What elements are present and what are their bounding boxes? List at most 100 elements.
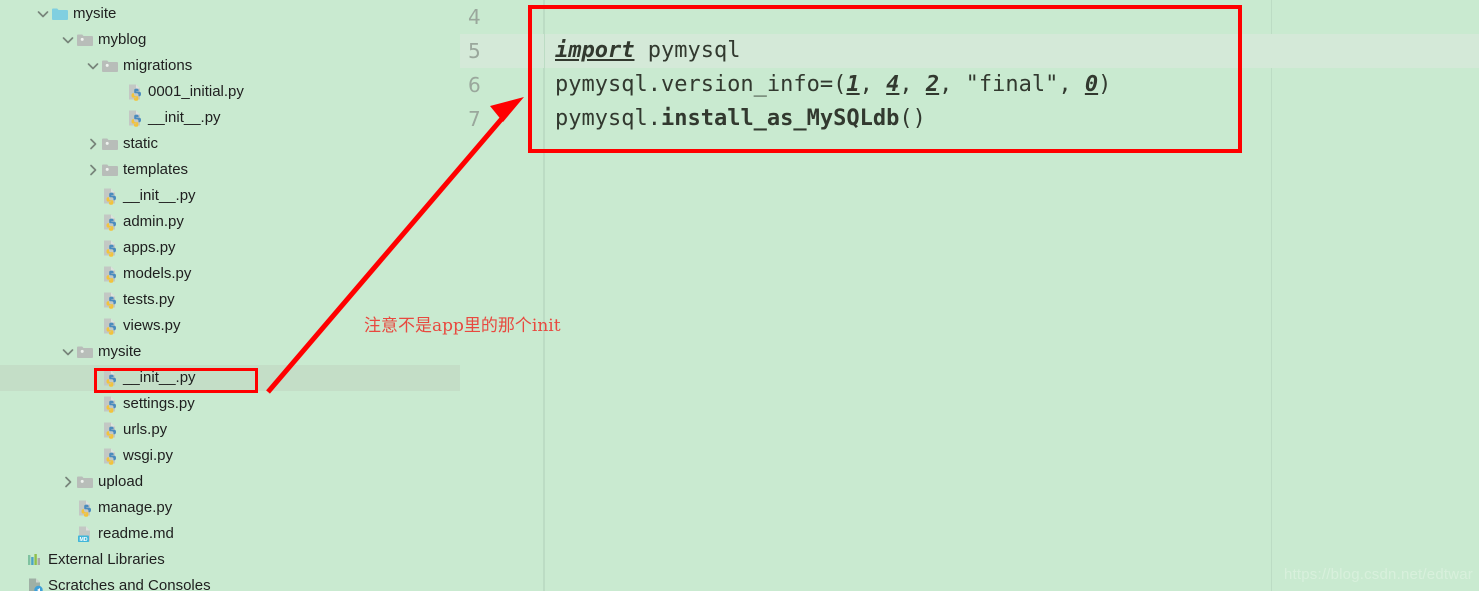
- python-file-icon: [101, 187, 119, 205]
- code-token: pymysql.version_info=(: [555, 72, 847, 97]
- tree-item-external-libraries[interactable]: External Libraries: [0, 547, 460, 573]
- folder-icon: [101, 161, 119, 179]
- code-token: ,: [899, 72, 926, 97]
- chevron-right-icon[interactable]: [60, 474, 76, 490]
- tree-item-static[interactable]: static: [0, 131, 460, 157]
- code-token: 1: [846, 72, 860, 97]
- project-tree-panel[interactable]: mysite myblog migrations 0001_initial.py __i…: [0, 0, 460, 591]
- tree-item-settings-py[interactable]: settings.py: [0, 391, 460, 417]
- code-line[interactable]: import pymysql: [555, 34, 740, 68]
- chevron-down-icon[interactable]: [60, 32, 76, 48]
- markdown-file-icon: MD: [76, 525, 94, 543]
- tree-item-myblog[interactable]: myblog: [0, 27, 460, 53]
- python-file-icon: [101, 239, 119, 257]
- tree-item-label: readme.md: [98, 525, 174, 542]
- code-token: (): [899, 106, 926, 131]
- tree-item-label: mysite: [73, 5, 117, 22]
- tree-item-label: static: [123, 135, 159, 152]
- folder-icon: [101, 135, 119, 153]
- tree-item-tests-py[interactable]: tests.py: [0, 287, 460, 313]
- tree-item-label: migrations: [123, 57, 193, 74]
- tree-item-label: settings.py: [123, 395, 195, 412]
- code-token: 4: [886, 72, 900, 97]
- line-number[interactable]: 6: [460, 68, 536, 102]
- tree-item-init-py[interactable]: __init__.py: [0, 105, 460, 131]
- chevron-down-icon[interactable]: [35, 6, 51, 22]
- tree-item-mysite[interactable]: mysite: [0, 339, 460, 365]
- chevron-right-icon[interactable]: [85, 136, 101, 152]
- python-file-icon: [101, 447, 119, 465]
- python-file-icon: [126, 83, 144, 101]
- code-token: import: [555, 38, 635, 63]
- tree-item-label: myblog: [98, 31, 147, 48]
- scratches-icon: [26, 577, 44, 591]
- code-token: ): [1098, 72, 1112, 97]
- ide-window: mysite myblog migrations 0001_initial.py __i…: [0, 0, 1479, 591]
- tree-item-init-py[interactable]: __init__.py: [0, 365, 460, 391]
- code-line[interactable]: pymysql.install_as_MySQLdb(): [555, 102, 926, 136]
- tree-item-label: urls.py: [123, 421, 168, 438]
- code-content-area[interactable]: import pymysql pymysql.version_info=(1, 4…: [545, 0, 1479, 591]
- tree-item-apps-py[interactable]: apps.py: [0, 235, 460, 261]
- line-number[interactable]: 5: [460, 34, 536, 68]
- tree-item-label: models.py: [123, 265, 192, 282]
- folder-icon: [76, 473, 94, 491]
- chevron-down-icon[interactable]: [85, 58, 101, 74]
- tree-item-label: tests.py: [123, 291, 175, 308]
- tree-item-label: wsgi.py: [123, 447, 174, 464]
- tree-item-models-py[interactable]: models.py: [0, 261, 460, 287]
- tree-item-label: __init__.py: [148, 109, 221, 126]
- python-file-icon: [101, 265, 119, 283]
- folder-icon: [101, 57, 119, 75]
- tree-item-migrations[interactable]: migrations: [0, 53, 460, 79]
- tree-item-label: __init__.py: [123, 187, 196, 204]
- tree-item-templates[interactable]: templates: [0, 157, 460, 183]
- python-file-icon: [126, 109, 144, 127]
- tree-item-label: templates: [123, 161, 189, 178]
- folder-icon: [76, 31, 94, 49]
- line-number[interactable]: 4: [460, 0, 536, 34]
- code-token: install_as_MySQLdb: [660, 106, 900, 131]
- python-file-icon: [101, 421, 119, 439]
- annotation-note: 注意不是app里的那个init: [364, 316, 561, 336]
- python-file-icon: [101, 369, 119, 387]
- tree-item-manage-py[interactable]: manage.py: [0, 495, 460, 521]
- folder-icon: [76, 343, 94, 361]
- tree-item-init-py[interactable]: __init__.py: [0, 183, 460, 209]
- tree-item-scratches-and-consoles[interactable]: Scratches and Consoles: [0, 573, 460, 591]
- tree-item-readme-md[interactable]: MD readme.md: [0, 521, 460, 547]
- line-number-gutter[interactable]: 4567: [460, 0, 544, 591]
- tree-item-label: views.py: [123, 317, 181, 334]
- svg-text:MD: MD: [79, 537, 87, 543]
- tree-item-label: manage.py: [98, 499, 173, 516]
- code-token: pymysql: [634, 38, 741, 63]
- tree-item-label: admin.py: [123, 213, 184, 230]
- watermark: https://blog.csdn.net/edtwar: [1283, 566, 1473, 583]
- python-file-icon: [101, 291, 119, 309]
- chevron-right-icon[interactable]: [85, 162, 101, 178]
- tree-item-label: apps.py: [123, 239, 176, 256]
- line-number[interactable]: 7: [460, 102, 536, 136]
- python-file-icon: [101, 317, 119, 335]
- tree-item-label: __init__.py: [123, 369, 196, 386]
- tree-item-label: 0001_initial.py: [148, 83, 244, 100]
- tree-item-wsgi-py[interactable]: wsgi.py: [0, 443, 460, 469]
- python-file-icon: [76, 499, 94, 517]
- code-token: , "final",: [939, 72, 1085, 97]
- tree-item-label: mysite: [98, 343, 142, 360]
- tree-item-label: upload: [98, 473, 144, 490]
- code-line[interactable]: pymysql.version_info=(1, 4, 2, "final", …: [555, 68, 1111, 102]
- chevron-down-icon[interactable]: [60, 344, 76, 360]
- tree-item-mysite[interactable]: mysite: [0, 1, 460, 27]
- python-file-icon: [101, 213, 119, 231]
- tree-item-urls-py[interactable]: urls.py: [0, 417, 460, 443]
- code-token: pymysql.: [555, 106, 661, 131]
- tree-item-admin-py[interactable]: admin.py: [0, 209, 460, 235]
- code-token: ,: [859, 72, 887, 97]
- folder-module-icon: [51, 5, 69, 23]
- tree-item-label: Scratches and Consoles: [48, 577, 211, 591]
- libraries-icon: [26, 551, 44, 569]
- tree-item-0001-initial-py[interactable]: 0001_initial.py: [0, 79, 460, 105]
- code-token: 0: [1084, 72, 1099, 97]
- tree-item-upload[interactable]: upload: [0, 469, 460, 495]
